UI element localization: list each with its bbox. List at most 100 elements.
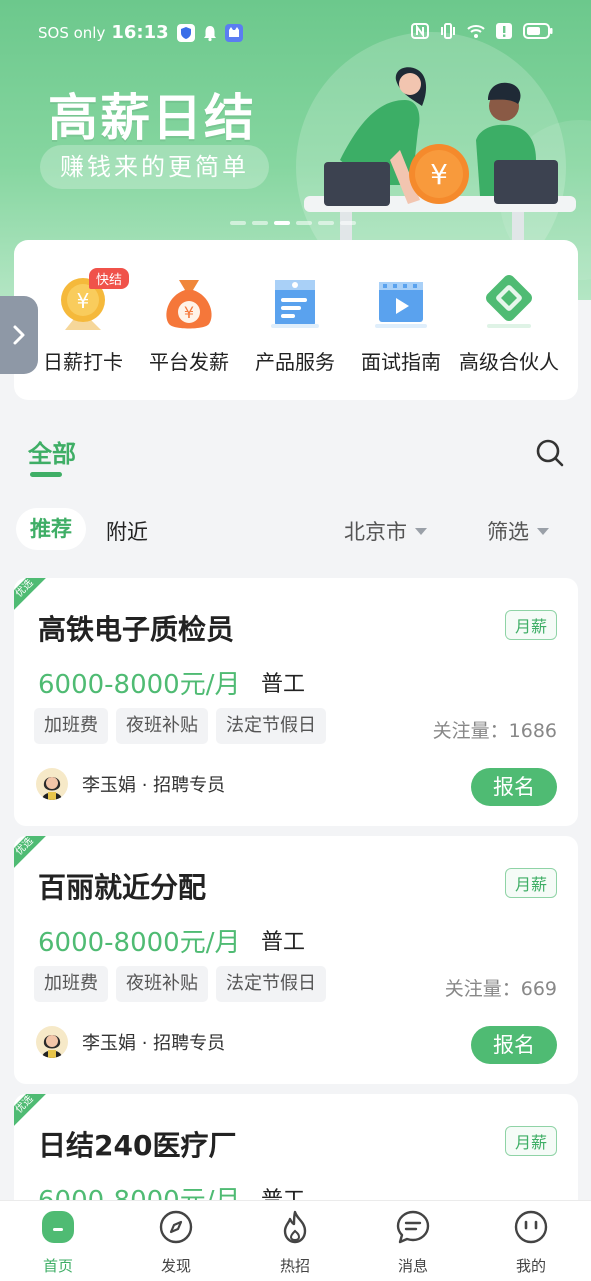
filter-recommend[interactable]: 推荐 bbox=[16, 508, 86, 550]
recruiter: 李玉娟 · 招聘专员 bbox=[36, 1026, 225, 1058]
featured-ribbon: 优选 bbox=[14, 836, 48, 870]
document-icon bbox=[263, 270, 327, 334]
job-tag: 法定节假日 bbox=[216, 708, 326, 744]
recruiter-name: 李玉娟 · 招聘专员 bbox=[82, 775, 226, 796]
message-icon bbox=[396, 1210, 430, 1244]
alert-icon bbox=[496, 23, 512, 39]
svg-text:¥: ¥ bbox=[184, 303, 194, 322]
handshake-icon bbox=[477, 270, 541, 334]
svg-text:¥: ¥ bbox=[77, 289, 90, 313]
job-salary: 6000-8000元/月 bbox=[38, 928, 241, 958]
pager-dot bbox=[318, 221, 334, 225]
quick-fast-badge: 快结 bbox=[89, 268, 130, 289]
city-dropdown[interactable]: 北京市 bbox=[344, 516, 427, 546]
job-title: 高铁电子质检员 bbox=[38, 613, 235, 646]
banner-pager bbox=[230, 221, 356, 225]
nav-label: 首页 bbox=[42, 1257, 73, 1275]
quick-item-product-service[interactable]: 产品服务 bbox=[240, 270, 350, 375]
caret-down-icon bbox=[537, 527, 549, 535]
quick-item-label: 高级合伙人 bbox=[459, 350, 559, 374]
recruiter-name: 李玉娟 · 招聘专员 bbox=[82, 1033, 226, 1054]
featured-ribbon: 优选 bbox=[14, 1094, 48, 1128]
side-expand-tab[interactable] bbox=[0, 296, 38, 374]
job-title: 日结240医疗厂 bbox=[38, 1129, 237, 1162]
shield-app-icon bbox=[176, 23, 195, 42]
vibrate-icon bbox=[441, 23, 455, 39]
job-salary: 6000-8000元/月 bbox=[38, 670, 241, 700]
pager-dot bbox=[296, 221, 312, 225]
money-bag-icon: ¥ bbox=[157, 270, 221, 334]
quick-item-label: 平台发薪 bbox=[149, 350, 229, 374]
status-bar: SOS only 16:13 bbox=[0, 0, 591, 64]
apply-button[interactable]: 报名 bbox=[471, 768, 557, 806]
filter-nearby[interactable]: 附近 bbox=[106, 516, 148, 546]
bottom-nav: 首页 发现 热招 消息 我的 bbox=[0, 1200, 591, 1281]
nav-messages[interactable]: 消息 bbox=[368, 1209, 458, 1276]
nfc-icon bbox=[411, 23, 429, 39]
job-tag: 加班费 bbox=[34, 966, 108, 1002]
quick-item-platform-pay[interactable]: ¥ 平台发薪 bbox=[134, 270, 244, 375]
avatar bbox=[36, 768, 68, 800]
follow-count: 关注量：669 bbox=[444, 978, 557, 1000]
job-card[interactable]: 优选 高铁电子质检员 月薪 6000-8000元/月 普工 加班费 夜班补贴 法… bbox=[14, 578, 578, 826]
quick-item-daily-pay[interactable]: ¥ 快结 日薪打卡 bbox=[28, 268, 138, 375]
banner-subtitle: 赚钱来的更简单 bbox=[40, 145, 269, 189]
job-type: 普工 bbox=[261, 930, 306, 955]
job-tags: 加班费 夜班补贴 法定节假日 bbox=[34, 966, 326, 1002]
job-tag: 夜班补贴 bbox=[116, 708, 208, 744]
flame-icon bbox=[283, 1210, 307, 1244]
quick-item-partner[interactable]: 高级合伙人 bbox=[454, 270, 564, 375]
job-tag: 夜班补贴 bbox=[116, 966, 208, 1002]
nav-hot[interactable]: 热招 bbox=[250, 1209, 340, 1276]
pay-type-tag: 月薪 bbox=[504, 610, 557, 640]
banner-illustration: ¥ bbox=[304, 67, 576, 252]
filter-label: 筛选 bbox=[487, 520, 529, 544]
quick-item-label: 面试指南 bbox=[361, 350, 441, 374]
coin-symbol: ¥ bbox=[430, 158, 448, 191]
battery-icon bbox=[523, 23, 553, 39]
job-type: 普工 bbox=[261, 672, 306, 697]
quick-item-label: 日薪打卡 bbox=[43, 350, 123, 374]
nav-label: 发现 bbox=[160, 1257, 191, 1275]
job-tag: 加班费 bbox=[34, 708, 108, 744]
filter-dropdown[interactable]: 筛选 bbox=[487, 516, 549, 546]
pay-type-tag: 月薪 bbox=[504, 1126, 557, 1156]
follow-count: 关注量：1686 bbox=[432, 720, 557, 742]
job-title: 百丽就近分配 bbox=[38, 871, 207, 904]
nav-label: 我的 bbox=[515, 1257, 546, 1275]
nav-label: 热招 bbox=[279, 1257, 310, 1275]
pager-dot bbox=[230, 221, 246, 225]
apply-button[interactable]: 报名 bbox=[471, 1026, 557, 1064]
video-icon bbox=[369, 270, 433, 334]
pager-dot bbox=[252, 221, 268, 225]
cat-app-icon bbox=[224, 23, 243, 42]
pager-dot bbox=[340, 221, 356, 225]
avatar bbox=[36, 1026, 68, 1058]
banner-title: 高薪日结 bbox=[48, 89, 256, 147]
tab-all[interactable]: 全部 bbox=[28, 434, 76, 469]
pager-dot bbox=[274, 221, 290, 225]
quick-item-interview-guide[interactable]: 面试指南 bbox=[346, 270, 456, 375]
city-label: 北京市 bbox=[344, 520, 407, 544]
search-icon[interactable] bbox=[533, 436, 567, 470]
job-tags: 加班费 夜班补贴 法定节假日 bbox=[34, 708, 326, 744]
caret-down-icon bbox=[415, 527, 427, 535]
nav-label: 消息 bbox=[397, 1257, 428, 1275]
quick-menu-card: ¥ 快结 日薪打卡 ¥ 平台发薪 产品服务 面试指南 高级合伙人 bbox=[14, 240, 578, 400]
compass-icon bbox=[159, 1210, 193, 1244]
nav-home[interactable]: 首页 bbox=[13, 1209, 103, 1276]
carrier-text: SOS only bbox=[38, 23, 106, 42]
tab-active-indicator bbox=[30, 472, 62, 477]
featured-ribbon: 优选 bbox=[14, 578, 48, 612]
nav-discover[interactable]: 发现 bbox=[131, 1209, 221, 1276]
daily-pay-icon: ¥ 快结 bbox=[51, 268, 130, 334]
home-icon bbox=[42, 1211, 74, 1243]
job-card[interactable]: 优选 百丽就近分配 月薪 6000-8000元/月 普工 加班费 夜班补贴 法定… bbox=[14, 836, 578, 1084]
nav-profile[interactable]: 我的 bbox=[486, 1209, 576, 1276]
chevron-right-icon bbox=[13, 325, 25, 345]
pay-type-tag: 月薪 bbox=[504, 868, 557, 898]
clock-text: 16:13 bbox=[111, 22, 169, 43]
recruiter: 李玉娟 · 招聘专员 bbox=[36, 768, 225, 800]
job-tag: 法定节假日 bbox=[216, 966, 326, 1002]
wifi-icon bbox=[467, 25, 485, 38]
